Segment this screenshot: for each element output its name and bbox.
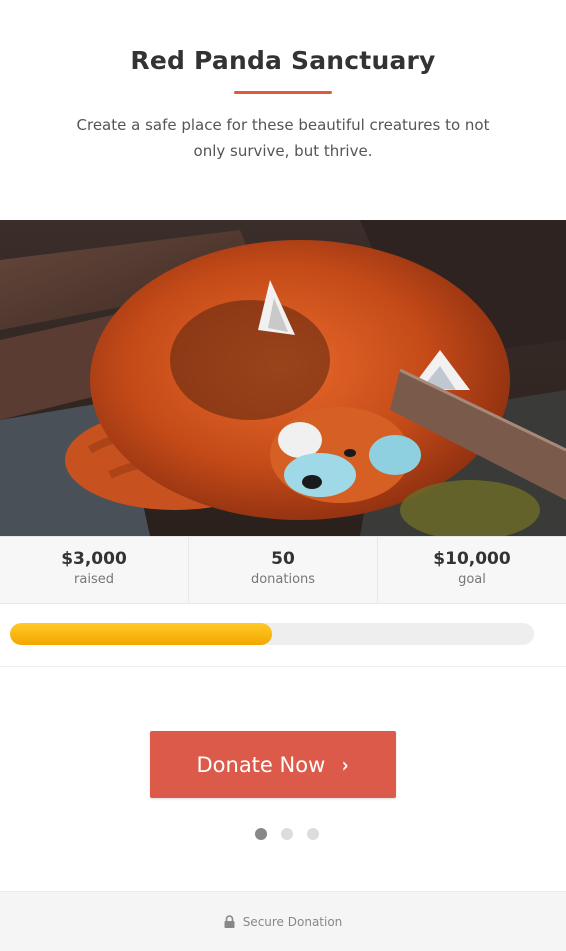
carousel-pagination <box>0 828 566 840</box>
page-subtitle: Create a safe place for these beautiful … <box>76 116 490 160</box>
carousel-dot[interactable] <box>255 828 267 840</box>
progress-track <box>10 623 534 645</box>
chevron-right-icon: › <box>342 752 349 777</box>
progress-section <box>0 602 566 667</box>
secure-donation-label: Secure Donation <box>242 914 343 929</box>
stat-value: $10,000 <box>433 549 511 569</box>
stat-label: goal <box>458 572 486 587</box>
carousel-dot[interactable] <box>281 828 293 840</box>
stat-donations: 50 donations <box>189 537 378 603</box>
progress-fill <box>10 623 272 645</box>
stat-value: $3,000 <box>61 549 127 569</box>
lock-icon <box>224 915 235 928</box>
stat-value: 50 <box>271 549 295 569</box>
title-underline <box>234 91 332 94</box>
carousel-dot[interactable] <box>307 828 319 840</box>
stat-label: raised <box>74 572 114 587</box>
stat-goal: $10,000 goal <box>378 537 566 603</box>
donate-now-button[interactable]: Donate Now › <box>150 731 396 798</box>
donate-button-label: Donate Now <box>196 752 326 777</box>
stat-raised: $3,000 raised <box>0 537 189 603</box>
header: Red Panda Sanctuary Create a safe place … <box>0 0 566 164</box>
footer: Secure Donation <box>0 891 566 951</box>
page-title: Red Panda Sanctuary <box>130 46 436 75</box>
stat-label: donations <box>250 572 316 587</box>
red-panda-illustration <box>0 220 566 536</box>
hero-image <box>0 220 566 536</box>
stats-bar: $3,000 raised 50 donations $10,000 goal <box>0 536 566 604</box>
